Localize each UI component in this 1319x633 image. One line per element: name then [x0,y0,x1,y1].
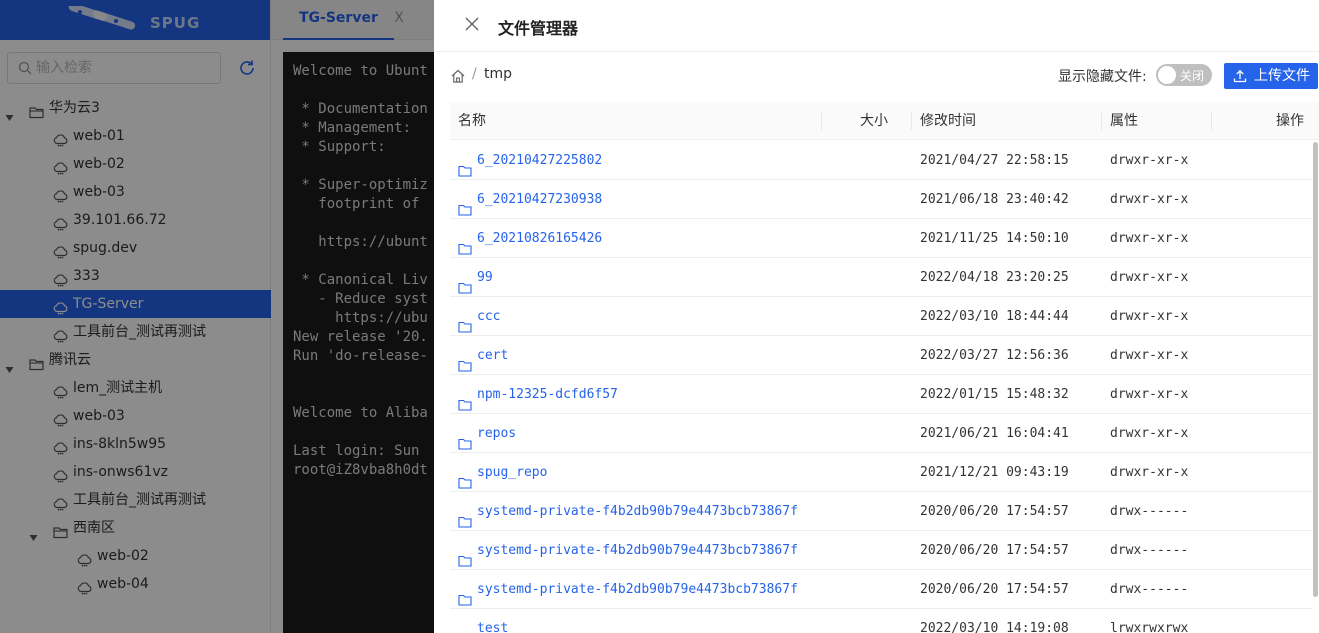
file-mtime: 2020/06/20 17:54:57 [920,504,1069,519]
table-row[interactable]: 6_20210427225802 2021/04/27 22:58:15 drwxr… [450,141,1312,180]
home-icon[interactable] [450,68,466,84]
file-name[interactable]: 6_20210427230938 [477,180,602,219]
toggle-knob [1158,66,1176,84]
table-row[interactable]: repos 2021/06/21 16:04:41 drwxr-xr-x [450,414,1312,453]
folder-icon [458,310,472,333]
file-mtime: 2020/06/20 17:54:57 [920,582,1069,597]
file-mtime: 2021/12/21 09:43:19 [920,465,1069,480]
file-permissions: lrwxrwxrwx [1110,621,1189,633]
table-row[interactable]: cert 2022/03/27 12:56:36 drwxr-xr-x [450,336,1312,375]
folder-icon [458,349,472,372]
table-row[interactable]: 6_20210826165426 2021/11/25 14:50:10 drwxr… [450,219,1312,258]
folder-icon [458,466,472,489]
table-row[interactable]: systemd-private-f4b2db90b79e4473bcb73867… [450,492,1312,531]
show-hidden-toggle[interactable]: 关闭 [1156,64,1212,86]
column-divider [1101,112,1102,130]
folder-icon [458,232,472,255]
file-name[interactable]: test [477,609,508,633]
file-name[interactable]: systemd-private-f4b2db90b79e4473bcb73867… [477,570,798,609]
table-row[interactable]: test 2022/03/10 14:19:08 lrwxrwxrwx [450,609,1312,633]
table-row[interactable]: ccc 2022/03/10 18:44:44 drwxr-xr-x [450,297,1312,336]
file-mtime: 2021/06/21 16:04:41 [920,426,1069,441]
folder-icon [458,505,472,528]
drawer-mask[interactable] [0,0,434,633]
column-divider [1211,112,1212,130]
file-mtime: 2021/06/18 23:40:42 [920,192,1069,207]
drawer-title: 文件管理器 [498,19,579,38]
file-permissions: drwxr-xr-x [1110,270,1189,285]
column-header-action: 操作 [1276,113,1304,129]
file-permissions: drwxr-xr-x [1110,153,1189,168]
column-header-size[interactable]: 大小 [860,102,888,140]
upload-file-button[interactable]: 上传文件 [1224,63,1318,89]
folder-icon [458,271,472,294]
file-permissions: drwxr-xr-x [1110,192,1189,207]
file-mtime: 2022/03/10 14:19:08 [920,621,1069,633]
file-permissions: drwxr-xr-x [1110,426,1189,441]
file-mtime: 2022/03/27 12:56:36 [920,348,1069,363]
drawer-header: 文件管理器 [434,0,1319,52]
column-divider [821,112,822,130]
file-toolbar: / tmp 显示隐藏文件: 关闭 上传文件 [450,62,1319,90]
file-manager-drawer: 文件管理器 / tmp 显示隐藏文件: 关闭 上传文件 名称 大小 修改时间 属… [434,0,1319,633]
breadcrumb-current-dir[interactable]: tmp [484,66,512,82]
file-permissions: drwx------ [1110,582,1189,597]
file-permissions: drwxr-xr-x [1110,309,1189,324]
folder-icon [458,388,472,411]
close-icon[interactable] [464,16,480,32]
file-permissions: drwx------ [1110,504,1189,519]
table-row[interactable]: spug_repo 2021/12/21 09:43:19 drwxr-xr-x [450,453,1312,492]
folder-icon [458,583,472,606]
table-body: 6_20210427225802 2021/04/27 22:58:15 drwxr… [450,141,1312,633]
file-table: 名称 大小 修改时间 属性 操作 6_20210427225802 2021/04… [450,102,1319,633]
file-name[interactable]: ccc [477,297,500,336]
file-name[interactable]: 6_20210826165426 [477,219,602,258]
folder-icon [458,193,472,216]
toggle-text: 关闭 [1180,69,1205,83]
table-header: 名称 大小 修改时间 属性 操作 [450,102,1319,140]
upload-label: 上传文件 [1254,68,1310,84]
column-divider [911,112,912,130]
file-name[interactable]: 99 [477,258,493,297]
column-header-mtime[interactable]: 修改时间 [920,102,976,140]
table-row[interactable]: npm-12325-dcfd6f57 2022/01/15 15:48:32 drw… [450,375,1312,414]
breadcrumb-separator: / [472,66,477,82]
file-permissions: drwxr-xr-x [1110,465,1189,480]
upload-icon [1233,69,1247,83]
file-name[interactable]: 6_20210427225802 [477,141,602,180]
file-mtime: 2021/11/25 14:50:10 [920,231,1069,246]
show-hidden-label: 显示隐藏文件: [1058,69,1147,85]
table-row[interactable]: systemd-private-f4b2db90b79e4473bcb73867… [450,531,1312,570]
file-mtime: 2020/06/20 17:54:57 [920,543,1069,558]
table-row[interactable]: 99 2022/04/18 23:20:25 drwxr-xr-x [450,258,1312,297]
file-permissions: drwxr-xr-x [1110,387,1189,402]
folder-icon [458,154,472,177]
table-row[interactable]: systemd-private-f4b2db90b79e4473bcb73867… [450,570,1312,609]
table-scrollbar[interactable] [1313,142,1318,597]
file-permissions: drwx------ [1110,543,1189,558]
table-row[interactable]: 6_20210427230938 2021/06/18 23:40:42 drwxr… [450,180,1312,219]
column-header-perm: 属性 [1110,113,1138,129]
file-mtime: 2021/04/27 22:58:15 [920,153,1069,168]
folder-icon [458,622,472,633]
folder-icon [458,427,472,450]
file-name[interactable]: npm-12325-dcfd6f57 [477,375,618,414]
file-permissions: drwxr-xr-x [1110,231,1189,246]
file-name[interactable]: cert [477,336,508,375]
folder-icon [458,544,472,567]
file-permissions: drwxr-xr-x [1110,348,1189,363]
file-name[interactable]: spug_repo [477,453,547,492]
file-mtime: 2022/01/15 15:48:32 [920,387,1069,402]
file-mtime: 2022/04/18 23:20:25 [920,270,1069,285]
file-name[interactable]: repos [477,414,516,453]
file-name[interactable]: systemd-private-f4b2db90b79e4473bcb73867… [477,531,798,570]
file-name[interactable]: systemd-private-f4b2db90b79e4473bcb73867… [477,492,798,531]
column-header-name[interactable]: 名称 [458,102,486,140]
file-mtime: 2022/03/10 18:44:44 [920,309,1069,324]
